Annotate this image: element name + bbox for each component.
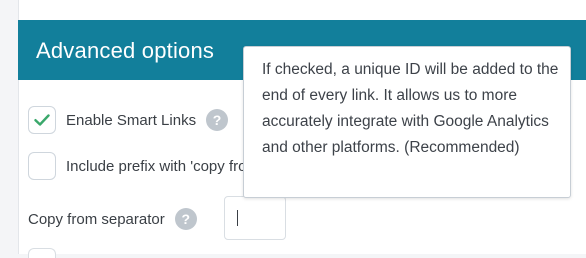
copy-from-separator-label: Copy from separator bbox=[28, 210, 165, 228]
enable-smart-links-row: Enable Smart Links ? bbox=[28, 106, 229, 134]
copy-from-separator-input[interactable] bbox=[224, 196, 286, 240]
section-title: Advanced options bbox=[36, 38, 215, 63]
smart-links-tooltip: If checked, a unique ID will be added to… bbox=[243, 46, 571, 198]
include-prefix-checkbox[interactable] bbox=[28, 152, 56, 180]
page-background: Advanced options Enable Smart Links ? In… bbox=[0, 0, 586, 258]
next-checkbox-partial[interactable] bbox=[28, 248, 56, 258]
enable-smart-links-checkbox[interactable] bbox=[28, 106, 56, 134]
question-icon[interactable]: ? bbox=[206, 109, 229, 131]
panel-top-strip bbox=[19, 0, 586, 20]
question-icon[interactable]: ? bbox=[174, 208, 197, 230]
enable-smart-links-label: Enable Smart Links bbox=[66, 111, 197, 129]
text-caret bbox=[237, 210, 238, 226]
copy-from-separator-row: Copy from separator ? bbox=[28, 208, 197, 230]
checkmark-icon bbox=[34, 114, 50, 126]
tooltip-text: If checked, a unique ID will be added to… bbox=[262, 61, 559, 156]
